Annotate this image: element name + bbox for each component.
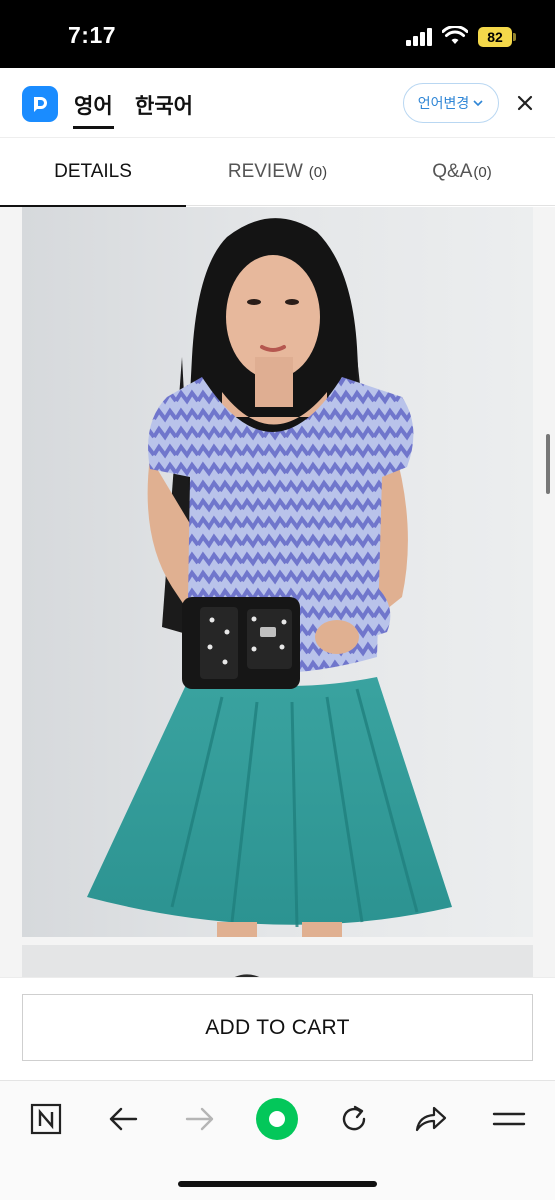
lang-tab-korean[interactable]: 한국어 [135, 90, 193, 120]
menu-icon [492, 1112, 526, 1126]
forward-button[interactable] [178, 1097, 222, 1141]
tab-qna[interactable]: Q&A (0) [369, 138, 555, 206]
back-button[interactable] [101, 1097, 145, 1141]
product-photo-next [22, 945, 533, 977]
cellular-signal-icon [406, 28, 432, 46]
naver-home-button[interactable] [24, 1097, 68, 1141]
battery-icon: 82 [478, 27, 516, 47]
product-photo [22, 207, 533, 937]
tab-review-label: REVIEW [227, 161, 303, 182]
reload-icon [342, 1105, 366, 1131]
close-button[interactable] [512, 90, 538, 116]
change-language-label: 언어변경 [417, 95, 470, 111]
green-home-button[interactable] [255, 1097, 299, 1141]
share-button[interactable] [409, 1097, 453, 1141]
reload-button[interactable] [332, 1097, 376, 1141]
naver-n-icon [30, 1103, 62, 1135]
scrollbar-thumb[interactable] [546, 434, 550, 494]
papago-logo-icon[interactable] [22, 86, 58, 122]
battery-level: 82 [478, 27, 512, 47]
tab-qna-count: (0) [473, 163, 492, 181]
share-icon [415, 1106, 447, 1132]
tab-review[interactable]: REVIEW (0) [186, 138, 369, 206]
cart-area: ADD TO CART [0, 977, 555, 1080]
tab-details-label: DETAILS [54, 161, 132, 182]
lang-tab-english[interactable]: 영어 [73, 90, 114, 129]
tab-qna-label: Q&A [432, 161, 473, 182]
translate-bar: 영어 한국어 언어변경 [0, 68, 555, 138]
forward-arrow-icon [185, 1107, 214, 1131]
product-tabs: DETAILS REVIEW (0) Q&A (0) [0, 138, 555, 207]
product-detail-content[interactable] [0, 207, 555, 977]
status-bar: 7:17 82 [0, 0, 555, 68]
menu-button[interactable] [487, 1097, 531, 1141]
green-home-icon [256, 1098, 298, 1140]
add-to-cart-button[interactable]: ADD TO CART [22, 994, 533, 1061]
tab-details[interactable]: DETAILS [0, 138, 186, 207]
close-icon [517, 95, 533, 111]
tab-review-count: (0) [308, 163, 328, 181]
screen: 7:17 82 영어 한국어 언어변경 DETAILS REVIEW (0) Q… [0, 0, 555, 1200]
change-language-button[interactable]: 언어변경 [403, 83, 499, 123]
back-arrow-icon [109, 1107, 138, 1131]
status-time: 7:17 [68, 22, 117, 48]
chevron-down-icon [473, 100, 483, 107]
home-indicator[interactable] [178, 1181, 377, 1187]
wifi-icon [442, 26, 468, 44]
